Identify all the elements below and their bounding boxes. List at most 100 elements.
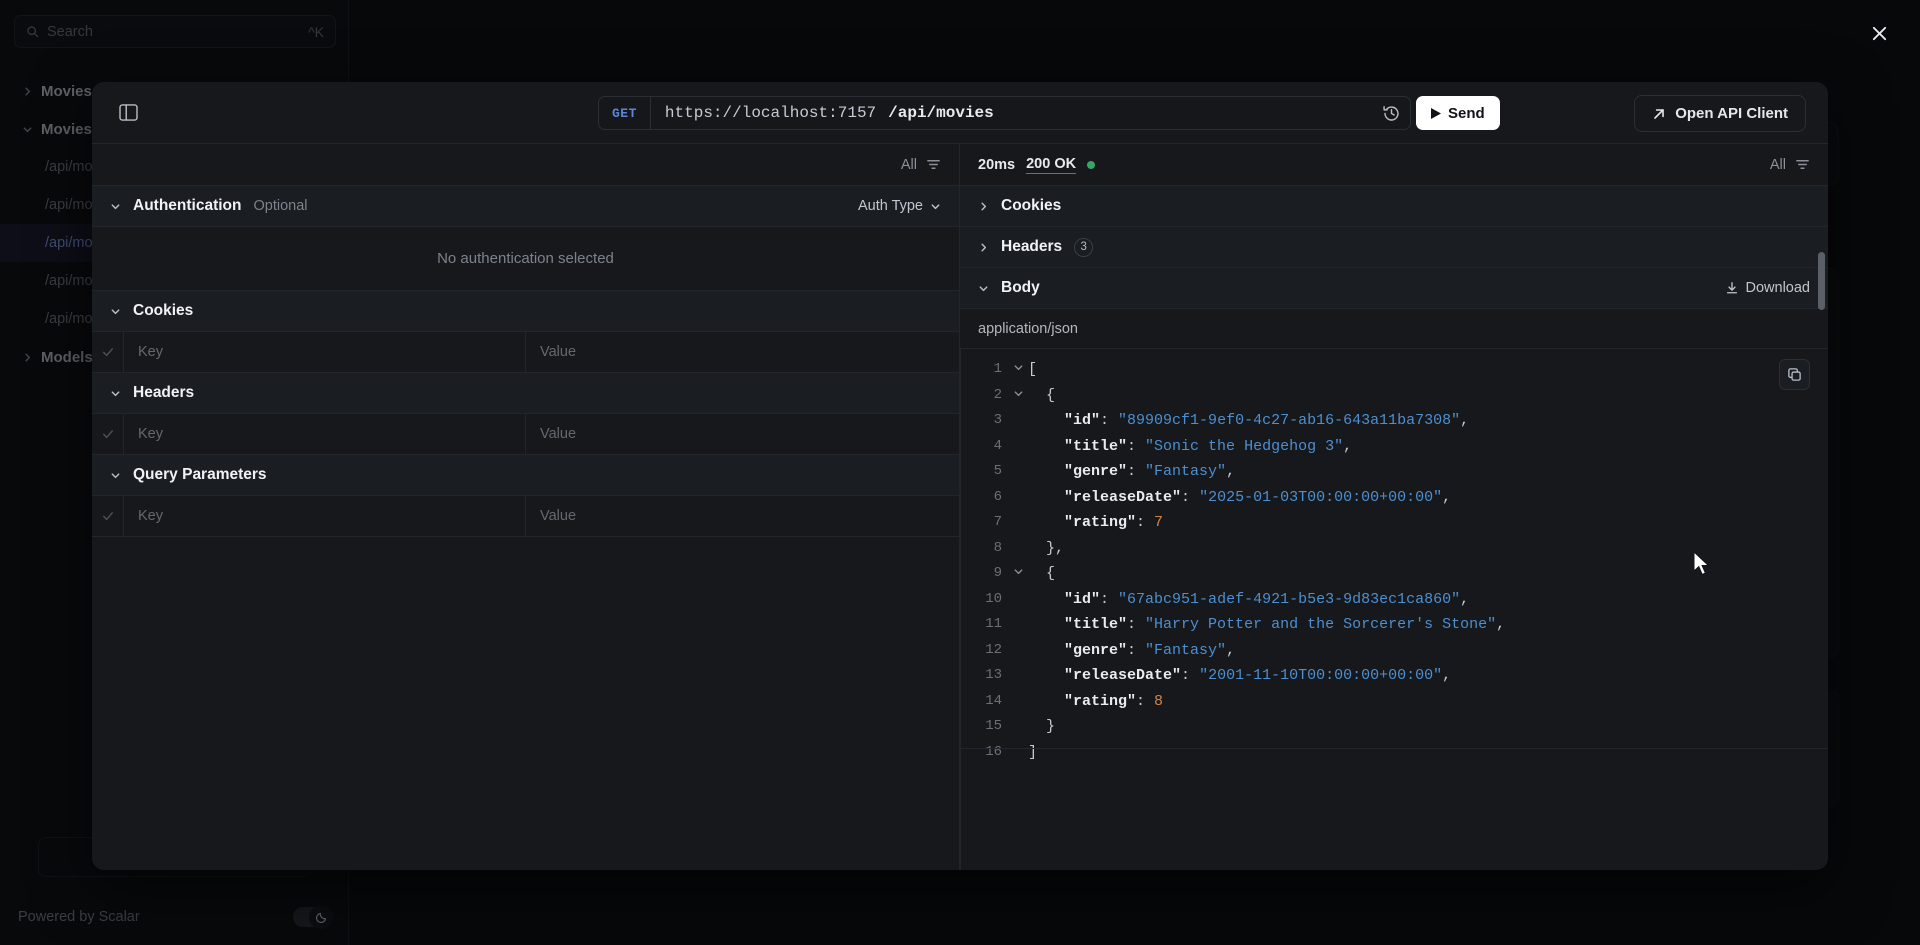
response-section-body[interactable]: Body Download [960, 268, 1828, 309]
section-title: Authentication [133, 197, 242, 215]
content-type-label: application/json [960, 309, 1828, 349]
code-text: { [1028, 561, 1055, 587]
response-section-headers[interactable]: Headers 3 [960, 227, 1828, 268]
download-button[interactable]: Download [1725, 280, 1811, 296]
token-str: "89909cf1-9ef0-4c27-ab16-643a11ba7308" [1118, 412, 1460, 429]
fold-chevron-down-icon[interactable] [1008, 357, 1028, 383]
line-number: 2 [970, 383, 1008, 409]
code-line: 10 "id": "67abc951-adef-4921-b5e3-9d83ec… [960, 587, 1828, 613]
response-time: 20ms [978, 157, 1015, 173]
line-number: 1 [970, 357, 1008, 383]
status-code: 200 OK [1026, 156, 1076, 174]
code-text: "title": "Harry Potter and the Sorcerer'… [1028, 612, 1505, 638]
auth-empty-state: No authentication selected [92, 227, 959, 291]
token-punct: : [1181, 489, 1199, 506]
download-label: Download [1746, 280, 1811, 296]
chevron-down-icon [110, 388, 121, 399]
row-checkbox[interactable] [92, 332, 124, 372]
send-button[interactable]: Send [1416, 96, 1500, 130]
token-key: "rating" [1064, 514, 1136, 531]
check-icon [102, 428, 114, 440]
http-method-label[interactable]: GET [599, 97, 650, 129]
token-num: 8 [1154, 693, 1163, 710]
token-punct: , [1226, 642, 1235, 659]
auth-type-label: Auth Type [858, 198, 923, 214]
chevron-down-icon [978, 283, 989, 294]
address-bar[interactable]: GET https://localhost:7157 /api/movies [598, 96, 1411, 130]
headers-row[interactable]: Key Value [92, 414, 959, 455]
url-input[interactable]: https://localhost:7157 /api/movies [650, 97, 1410, 129]
line-number: 8 [970, 536, 1008, 562]
key-input[interactable]: Key [124, 414, 526, 454]
line-number: 13 [970, 663, 1008, 689]
section-query-parameters[interactable]: Query Parameters [92, 455, 959, 496]
play-icon [1431, 108, 1441, 119]
fold-chevron-down-icon[interactable] [1008, 561, 1028, 587]
request-filter[interactable]: All [901, 157, 941, 173]
section-authentication[interactable]: Authentication Optional Auth Type [92, 186, 959, 227]
line-number: 4 [970, 434, 1008, 460]
auth-type-dropdown[interactable]: Auth Type [858, 198, 941, 214]
token-punct: , [1343, 438, 1352, 455]
api-client-modal: GET https://localhost:7157 /api/movies S… [92, 82, 1828, 870]
code-text: "id": "67abc951-adef-4921-b5e3-9d83ec1ca… [1028, 587, 1469, 613]
code-text: }, [1028, 536, 1064, 562]
code-line: 5 "genre": "Fantasy", [960, 459, 1828, 485]
check-icon [102, 346, 114, 358]
token-str: "Sonic the Hedgehog 3" [1145, 438, 1343, 455]
line-number: 14 [970, 689, 1008, 715]
query-parameters-row[interactable]: Key Value [92, 496, 959, 537]
cookies-row[interactable]: Key Value [92, 332, 959, 373]
code-line: 16] [960, 740, 1828, 766]
value-input[interactable]: Value [526, 414, 959, 454]
token-punct: : [1127, 438, 1145, 455]
history-icon[interactable] [1380, 102, 1402, 124]
code-text: "releaseDate": "2001-11-10T00:00:00+00:0… [1028, 663, 1451, 689]
key-input[interactable]: Key [124, 496, 526, 536]
response-section-cookies[interactable]: Cookies [960, 186, 1828, 227]
code-text: { [1028, 383, 1055, 409]
value-input[interactable]: Value [526, 332, 959, 372]
copy-glyph [1787, 367, 1802, 382]
token-str: "Fantasy" [1145, 463, 1226, 480]
line-number: 15 [970, 714, 1008, 740]
request-pane: All Authentication Optional Auth Type No… [92, 144, 960, 870]
section-headers[interactable]: Headers [92, 373, 959, 414]
row-checkbox[interactable] [92, 414, 124, 454]
token-key: "id" [1064, 412, 1100, 429]
copy-icon[interactable] [1779, 359, 1810, 390]
token-key: "title" [1064, 438, 1127, 455]
chevron-down-icon [110, 201, 121, 212]
token-key: "releaseDate" [1064, 489, 1181, 506]
response-pane-header: 20ms 200 OK All [960, 144, 1828, 186]
headers-count-badge: 3 [1074, 238, 1093, 257]
token-punct: { [1046, 387, 1055, 404]
fold-chevron-down-icon[interactable] [1008, 383, 1028, 409]
code-line: 3 "id": "89909cf1-9ef0-4c27-ab16-643a11b… [960, 408, 1828, 434]
response-body-viewer[interactable]: 1[2 {3 "id": "89909cf1-9ef0-4c27-ab16-64… [960, 349, 1828, 870]
row-checkbox[interactable] [92, 496, 124, 536]
token-key: "releaseDate" [1064, 667, 1181, 684]
chevron-right-icon [978, 201, 989, 212]
chevron-right-icon [978, 242, 989, 253]
code-text: "genre": "Fantasy", [1028, 638, 1235, 664]
chevron-down-icon [110, 306, 121, 317]
sidebar-toggle-icon[interactable] [110, 97, 146, 129]
response-pane: 20ms 200 OK All Cookies [960, 144, 1828, 870]
close-icon[interactable] [1862, 16, 1896, 50]
response-scrollbar-thumb[interactable] [1818, 252, 1825, 310]
response-filter[interactable]: All [1770, 157, 1810, 173]
token-punct: , [1460, 412, 1469, 429]
chevron-down-icon [930, 201, 941, 212]
token-punct: } [1046, 718, 1055, 735]
section-cookies[interactable]: Cookies [92, 291, 959, 332]
token-punct: , [1442, 667, 1451, 684]
code-line: 2 { [960, 383, 1828, 409]
code-line: 15 } [960, 714, 1828, 740]
value-input[interactable]: Value [526, 496, 959, 536]
key-input[interactable]: Key [124, 332, 526, 372]
open-api-client-button[interactable]: Open API Client [1634, 95, 1806, 132]
line-number: 5 [970, 459, 1008, 485]
line-number: 6 [970, 485, 1008, 511]
url-path: /api/movies [888, 104, 994, 122]
